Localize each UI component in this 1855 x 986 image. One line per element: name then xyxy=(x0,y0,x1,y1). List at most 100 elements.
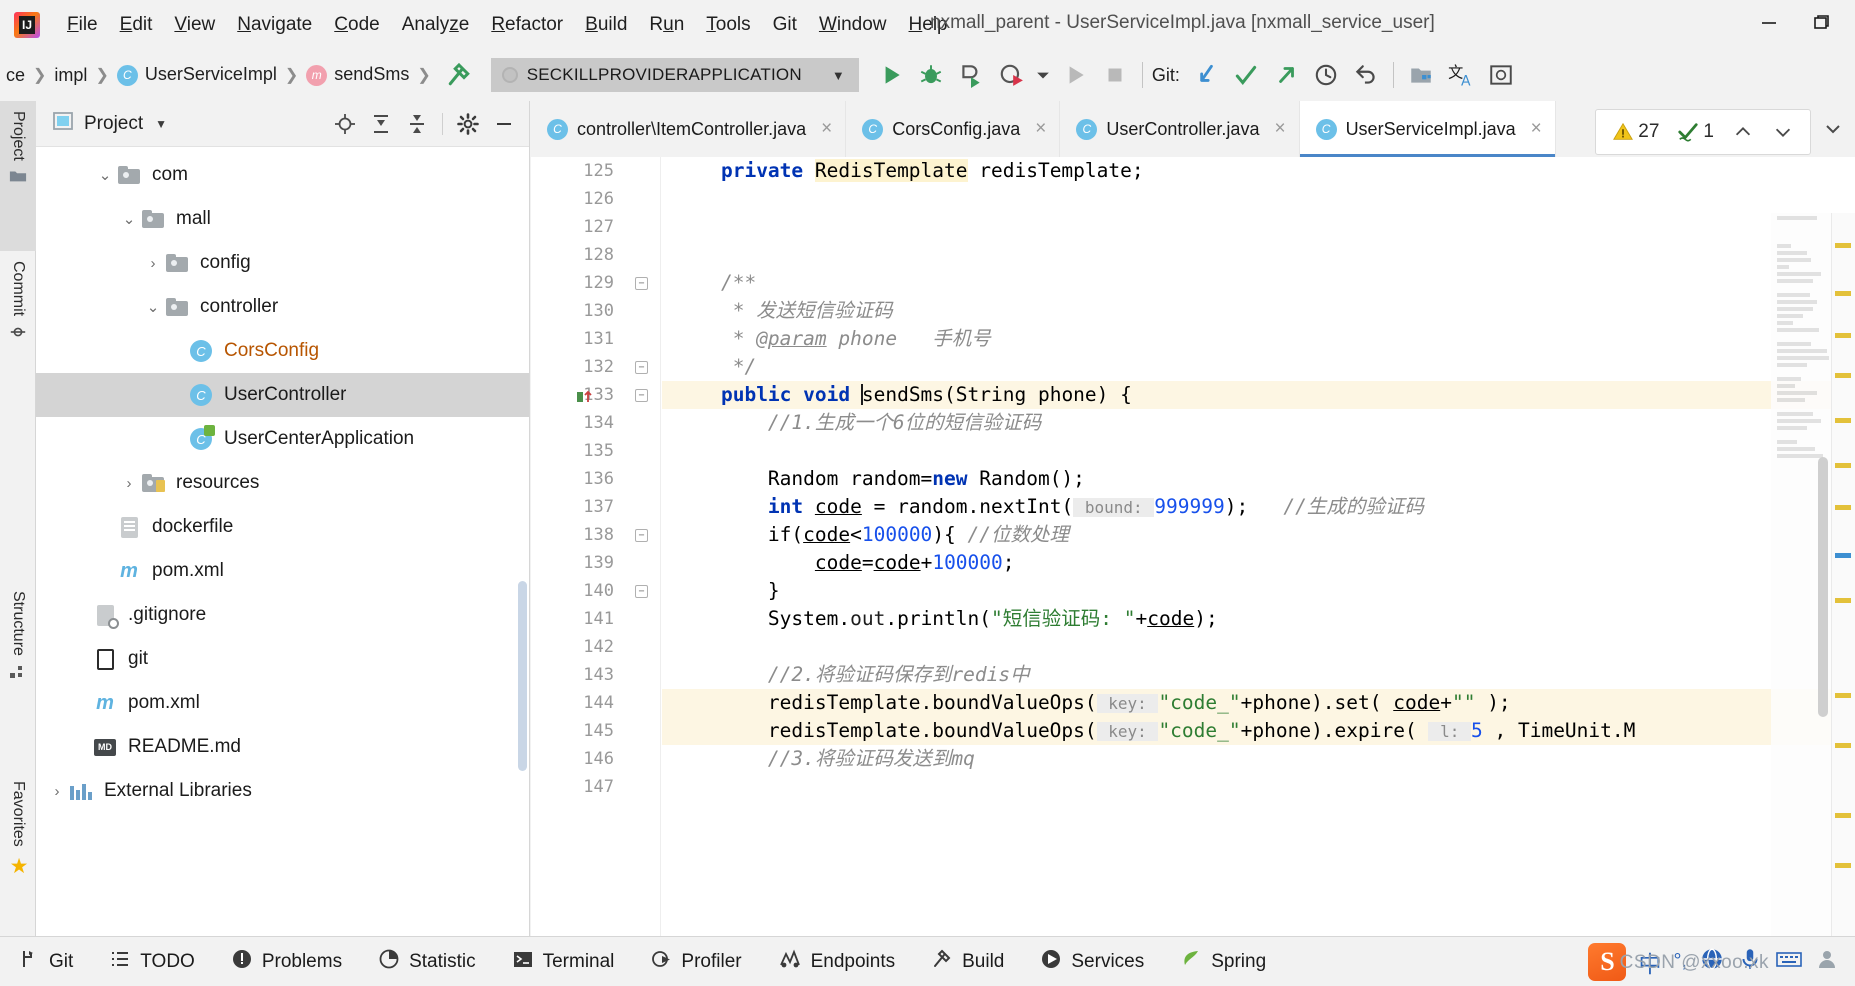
history-icon[interactable] xyxy=(1308,57,1344,93)
gutter-line-136[interactable]: 136 xyxy=(531,465,660,493)
editor-tab-userserviceimpl-java[interactable]: C UserServiceImpl.java × xyxy=(1299,101,1556,157)
error-stripe-mark[interactable] xyxy=(1835,333,1851,338)
tree-node-dockerfile[interactable]: dockerfile xyxy=(36,505,529,549)
error-stripe-mark[interactable] xyxy=(1835,373,1851,378)
code-line-125[interactable]: private RedisTemplate redisTemplate; xyxy=(662,157,1855,185)
error-stripe-mark[interactable] xyxy=(1835,693,1851,698)
sidebar-item-favorites[interactable]: Favorites ★ xyxy=(0,771,36,951)
tree-node-resources[interactable]: › resources xyxy=(36,461,529,505)
collapse-all-icon[interactable] xyxy=(402,109,432,139)
tree-node-readme-md[interactable]: MD README.md xyxy=(36,725,529,769)
debug-icon[interactable] xyxy=(913,57,949,93)
status-bar-item-problems[interactable]: Problems xyxy=(213,948,360,976)
hide-icon[interactable] xyxy=(489,109,519,139)
error-stripe-mark[interactable] xyxy=(1835,463,1851,468)
status-bar-item-terminal[interactable]: Terminal xyxy=(494,948,633,976)
code-line-126[interactable] xyxy=(662,185,1855,213)
expand-all-icon[interactable] xyxy=(366,109,396,139)
error-stripe-mark[interactable] xyxy=(1835,743,1851,748)
code-line-142[interactable] xyxy=(662,633,1855,661)
error-stripe-mark[interactable] xyxy=(1835,291,1851,296)
project-scrollbar[interactable] xyxy=(518,581,527,771)
gutter-line-146[interactable]: 146 xyxy=(531,745,660,773)
status-bar-item-endpoints[interactable]: Endpoints xyxy=(760,948,914,976)
project-structure-icon[interactable] xyxy=(1403,57,1439,93)
tree-node-mall[interactable]: ⌄ mall xyxy=(36,197,529,241)
run-with-coverage-icon[interactable] xyxy=(953,57,989,93)
menu-item-code[interactable]: Code xyxy=(323,12,390,38)
tree-node-config[interactable]: › config xyxy=(36,241,529,285)
status-bar-item-services[interactable]: Services xyxy=(1022,948,1162,976)
menu-item-view[interactable]: View xyxy=(163,12,226,38)
error-stripe-mark[interactable] xyxy=(1835,813,1851,818)
search-everywhere-icon[interactable] xyxy=(1483,57,1519,93)
chevron-right-icon[interactable]: › xyxy=(118,475,140,492)
chevron-down-icon[interactable]: ⌄ xyxy=(94,166,116,184)
update-project-icon[interactable] xyxy=(1188,57,1224,93)
tree-node-usercenterapplication[interactable]: C UserCenterApplication xyxy=(36,417,529,461)
user-icon[interactable] xyxy=(1815,947,1839,976)
breadcrumb-item-ce[interactable]: ce xyxy=(6,65,25,86)
gutter-line-145[interactable]: 145 xyxy=(531,717,660,745)
fold-marker-icon[interactable]: − xyxy=(635,585,648,598)
sidebar-item-project[interactable]: Project xyxy=(0,101,36,251)
gutter-line-143[interactable]: 143 xyxy=(531,661,660,689)
gutter-line-132[interactable]: 132 − xyxy=(531,353,660,381)
menu-item-window[interactable]: Window xyxy=(808,12,898,38)
tree-node-pom-xml[interactable]: m pom.xml xyxy=(36,681,529,725)
commit-icon[interactable] xyxy=(1228,57,1264,93)
gutter-line-130[interactable]: 130 xyxy=(531,297,660,325)
sidebar-item-commit[interactable]: Commit xyxy=(0,251,36,411)
gutter-line-133[interactable]: 133− xyxy=(531,381,660,409)
menu-item-file[interactable]: File xyxy=(56,12,109,38)
gear-icon[interactable] xyxy=(453,109,483,139)
restore-icon[interactable] xyxy=(1797,4,1845,40)
gutter-line-135[interactable]: 135 xyxy=(531,437,660,465)
fold-marker-icon[interactable]: − xyxy=(635,277,648,290)
line-number-gutter[interactable]: 125 126 127 128 129−130 131 132−133−134 135 136 1… xyxy=(531,157,661,950)
code-line-140[interactable]: } xyxy=(662,577,1855,605)
code-line-137[interactable]: int code = random.nextInt( bound: 999999… xyxy=(662,493,1855,521)
tree-node-corsconfig[interactable]: C CorsConfig xyxy=(36,329,529,373)
menu-item-git[interactable]: Git xyxy=(762,12,808,38)
breadcrumb[interactable]: ce ❯ impl ❯ C UserServiceImpl ❯ m sendSms xyxy=(6,64,409,86)
chevron-right-icon[interactable]: › xyxy=(142,255,164,272)
gutter-line-134[interactable]: 134 xyxy=(531,409,660,437)
tree-node-usercontroller[interactable]: C UserController xyxy=(36,373,529,417)
close-icon[interactable]: × xyxy=(1035,118,1046,140)
sidebar-item-structure[interactable]: Structure xyxy=(0,581,36,771)
globe-icon[interactable] xyxy=(1699,946,1725,977)
run-icon[interactable] xyxy=(873,57,909,93)
status-bar-item-spring[interactable]: Spring xyxy=(1162,948,1284,976)
status-bar-item-statistic[interactable]: Statistic xyxy=(360,948,494,976)
project-tree[interactable]: ⌄ com ⌄ mall › config ⌄ controller C CorsConfig … xyxy=(36,147,529,813)
gutter-line-142[interactable]: 142 xyxy=(531,633,660,661)
chinese-mode-icon[interactable]: 中 xyxy=(1638,945,1661,979)
code-line-133[interactable]: public void sendSms(String phone) { xyxy=(662,381,1855,409)
gutter-line-138[interactable]: 138 − xyxy=(531,521,660,549)
gutter-line-129[interactable]: 129 − xyxy=(531,269,660,297)
code-line-144[interactable]: redisTemplate.boundValueOps( key: "code_… xyxy=(662,689,1855,717)
gutter-line-141[interactable]: 141 xyxy=(531,605,660,633)
locate-icon[interactable] xyxy=(330,109,360,139)
chevron-down-icon[interactable]: ▼ xyxy=(802,68,845,83)
chevron-down-icon[interactable] xyxy=(1766,121,1800,143)
error-stripe-mark[interactable] xyxy=(1835,418,1851,423)
code-line-143[interactable]: //2.将验证码保存到redis中 xyxy=(662,661,1855,689)
code-line-146[interactable]: //3.将验证码发送到mq xyxy=(662,745,1855,773)
chevron-down-icon[interactable]: ▼ xyxy=(155,117,167,131)
keyboard-icon[interactable] xyxy=(1775,946,1803,977)
menu-item-navigate[interactable]: Navigate xyxy=(226,12,323,38)
fold-marker-icon[interactable]: − xyxy=(635,389,648,402)
editor-vertical-scrollbar[interactable] xyxy=(1818,457,1828,717)
code-line-127[interactable] xyxy=(662,213,1855,241)
status-bar-item-build[interactable]: Build xyxy=(913,948,1022,976)
close-icon[interactable]: × xyxy=(1531,118,1542,140)
chevron-down-icon[interactable]: ⌄ xyxy=(118,210,140,228)
gutter-line-127[interactable]: 127 xyxy=(531,213,660,241)
rerun-icon[interactable] xyxy=(1057,57,1093,93)
fold-marker-icon[interactable]: − xyxy=(635,529,648,542)
tab-overflow-chevron-down-icon[interactable] xyxy=(1811,101,1855,157)
menu-item-analyze[interactable]: Analyze xyxy=(391,12,481,38)
code-line-129[interactable]: /** xyxy=(662,269,1855,297)
